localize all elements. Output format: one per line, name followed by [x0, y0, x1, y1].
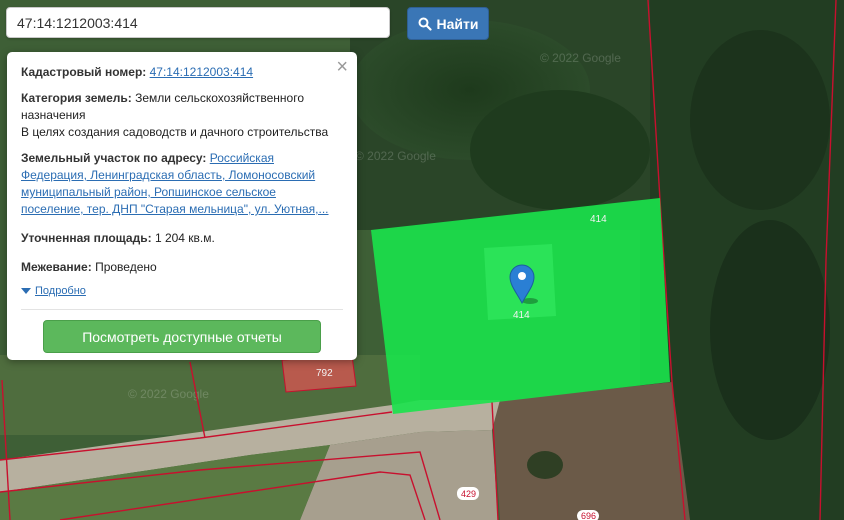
search-icon: [418, 17, 432, 31]
details-link[interactable]: Подробно: [35, 285, 86, 297]
parcel-info-popup: × Кадастровый номер: 47:14:1212003:414 К…: [7, 52, 357, 360]
plot-429-badge[interactable]: 429: [457, 487, 479, 500]
area-label: Уточненная площадь:: [21, 231, 152, 245]
survey-label: Межевание:: [21, 260, 92, 274]
plot-429-label: 429: [461, 489, 476, 499]
search-input[interactable]: [6, 7, 390, 38]
land-category-value: Земли сельскохозяйственного: [135, 91, 305, 105]
address-link-line-4[interactable]: поселение, тер. ДНП "Старая мельница", у…: [21, 202, 329, 216]
search-button-label: Найти: [436, 15, 479, 32]
view-reports-button[interactable]: Посмотреть доступные отчеты: [43, 320, 321, 353]
selected-plot-label-center: 414: [513, 310, 530, 321]
survey-row: Межевание: Проведено: [21, 259, 343, 276]
area-row: Уточненная площадь: 1 204 кв.м.: [21, 230, 343, 247]
land-use-value: В целях создания садоводств и дачного ст…: [21, 125, 329, 139]
bush: [527, 451, 563, 479]
selected-plot-label-top: 414: [590, 214, 607, 225]
plot-792-label: 792: [316, 368, 333, 379]
tree-cluster: [470, 90, 650, 210]
address-row: Земельный участок по адресу: Российская …: [21, 150, 343, 218]
search-button[interactable]: Найти: [407, 7, 489, 40]
land-category-row: Категория земель: Земли сельскохозяйстве…: [21, 90, 343, 141]
details-toggle[interactable]: Подробно: [21, 285, 343, 297]
cadastral-number-link[interactable]: 47:14:1212003:414: [150, 65, 253, 79]
close-icon[interactable]: ×: [336, 57, 348, 77]
caret-down-icon: [21, 288, 31, 294]
divider: [21, 309, 343, 310]
land-category-label: Категория земель:: [21, 91, 132, 105]
map-watermark: © 2022 Google: [355, 149, 436, 163]
bare-soil-area: [492, 382, 690, 520]
survey-value: Проведено: [95, 260, 157, 274]
plot-696-badge[interactable]: 696: [577, 510, 599, 520]
tree-cluster: [690, 30, 830, 210]
address-link-line-2[interactable]: Федерация, Ленинградская область, Ломоно…: [21, 168, 315, 182]
tree-cluster: [710, 220, 830, 440]
cadastral-number-row: Кадастровый номер: 47:14:1212003:414: [21, 64, 343, 81]
cadastral-number-label: Кадастровый номер:: [21, 65, 147, 79]
map-watermark: © 2022 Google: [540, 51, 621, 65]
address-link-line-3[interactable]: муниципальный район, Ропшинское сельское: [21, 185, 276, 199]
area-value: 1 204 кв.м.: [154, 231, 215, 245]
land-category-value-cont: назначения: [21, 108, 86, 122]
address-link[interactable]: Российская: [210, 151, 274, 165]
address-label: Земельный участок по адресу:: [21, 151, 207, 165]
plot-696-label: 696: [581, 511, 596, 520]
